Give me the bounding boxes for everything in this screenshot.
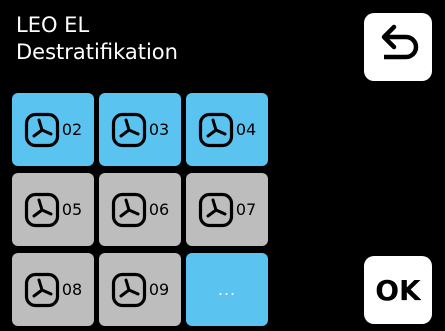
header-title: LEO EL Destratifikation	[16, 12, 178, 66]
fan-tile-label: 09	[148, 280, 170, 299]
fan-tile-label: 08	[61, 280, 83, 299]
device-name: LEO EL	[16, 13, 90, 37]
fan-tile-label: 07	[235, 200, 257, 219]
fan-icon	[24, 192, 59, 227]
fan-icon	[198, 192, 233, 227]
fan-tile-label: 03	[148, 120, 170, 139]
fan-tile-label: 02	[61, 120, 83, 139]
back-button[interactable]	[364, 13, 432, 81]
fan-icon	[111, 272, 146, 307]
fan-tile-label: 05	[61, 200, 83, 219]
fan-grid: 02 03 04 05 06 07 08 09 ...	[12, 93, 268, 326]
fan-icon	[24, 112, 59, 147]
fan-icon	[111, 192, 146, 227]
more-label: ...	[217, 280, 237, 299]
fan-tile-06[interactable]: 06	[99, 173, 181, 246]
fan-tile-label: 06	[148, 200, 170, 219]
fan-icon	[111, 112, 146, 147]
fan-tile-label: 04	[235, 120, 257, 139]
fan-tile-03[interactable]: 03	[99, 93, 181, 166]
fan-tile-09[interactable]: 09	[99, 253, 181, 326]
fan-icon	[24, 272, 59, 307]
more-tile[interactable]: ...	[186, 253, 268, 326]
ok-button[interactable]: OK	[364, 256, 432, 324]
fan-tile-05[interactable]: 05	[12, 173, 94, 246]
mode-name: Destratifikation	[16, 40, 178, 64]
fan-tile-04[interactable]: 04	[186, 93, 268, 166]
back-arrow-icon	[381, 24, 419, 60]
fan-tile-08[interactable]: 08	[12, 253, 94, 326]
fan-tile-07[interactable]: 07	[186, 173, 268, 246]
fan-tile-02[interactable]: 02	[12, 93, 94, 166]
fan-icon	[198, 112, 233, 147]
ok-label: OK	[375, 273, 421, 307]
